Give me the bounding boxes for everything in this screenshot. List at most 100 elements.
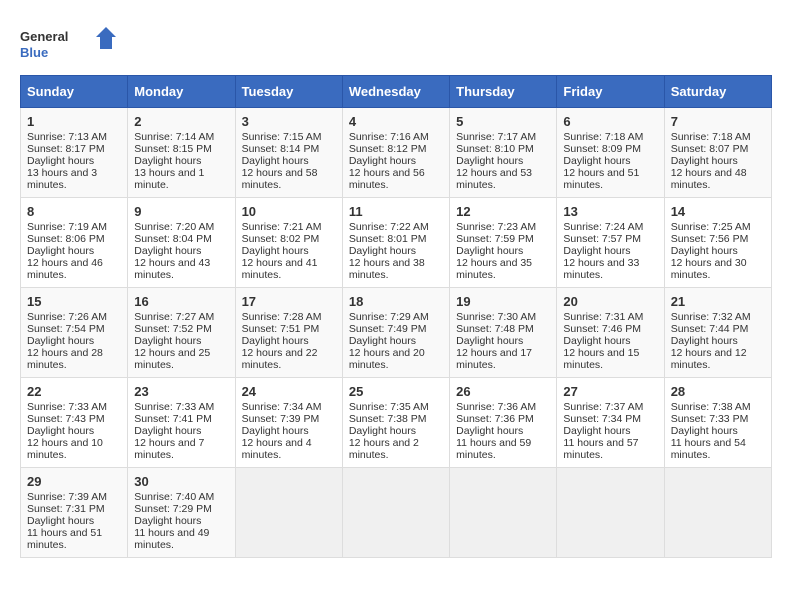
day-number: 16 [134,294,228,309]
sunrise-label: Sunrise: 7:23 AM [456,221,536,233]
daylight-value: 13 hours and 3 minutes. [27,167,97,191]
daylight-label: Daylight hours [242,335,309,347]
day-number: 13 [563,204,657,219]
daylight-label: Daylight hours [27,515,94,527]
calendar-cell [342,468,449,558]
calendar-cell: 3 Sunrise: 7:15 AMSunset: 8:14 PMDaylight… [235,108,342,198]
sunrise-label: Sunrise: 7:32 AM [671,311,751,323]
sunset-label: Sunset: 7:48 PM [456,323,534,335]
calendar-cell [557,468,664,558]
week-row-5: 29Sunrise: 7:39 AMSunset: 7:31 PMDayligh… [21,468,772,558]
sunrise-label: Sunrise: 7:33 AM [134,401,214,413]
weekday-header-wednesday: Wednesday [342,76,449,108]
calendar-cell: 4Sunrise: 7:16 AMSunset: 8:12 PMDaylight… [342,108,449,198]
sunrise-label: Sunrise: 7:19 AM [27,221,107,233]
sunset-label: Sunset: 7:36 PM [456,413,534,425]
daylight-value: 12 hours and 28 minutes. [27,347,103,371]
daylight-label: Daylight hours [671,155,738,167]
calendar-cell: 13Sunrise: 7:24 AMSunset: 7:57 PMDayligh… [557,198,664,288]
sunrise-label: Sunrise: 7:26 AM [27,311,107,323]
daylight-value: 12 hours and 17 minutes. [456,347,532,371]
day-number: 3 [242,114,336,129]
sunrise-label: Sunrise: 7:15 AM [242,131,322,143]
calendar-cell: 26Sunrise: 7:36 AMSunset: 7:36 PMDayligh… [450,378,557,468]
daylight-label: Daylight hours [671,425,738,437]
day-number: 7 [671,114,765,129]
sunset-label: Sunset: 8:01 PM [349,233,427,245]
logo-svg: General Blue [20,25,120,65]
sunset-label: Sunset: 7:49 PM [349,323,427,335]
sunset-label: Sunset: 7:34 PM [563,413,641,425]
daylight-label: Daylight hours [349,335,416,347]
sunset-label: Sunset: 8:14 PM [242,143,320,155]
daylight-value: 12 hours and 38 minutes. [349,257,425,281]
sunset-label: Sunset: 7:43 PM [27,413,105,425]
sunset-label: Sunset: 7:39 PM [242,413,320,425]
day-number: 21 [671,294,765,309]
sunrise-label: Sunrise: 7:27 AM [134,311,214,323]
day-number: 1 [27,114,121,129]
daylight-label: Daylight hours [563,155,630,167]
calendar-cell: 23Sunrise: 7:33 AMSunset: 7:41 PMDayligh… [128,378,235,468]
daylight-value: 13 hours and 1 minute. [134,167,204,191]
daylight-label: Daylight hours [134,515,201,527]
sunset-label: Sunset: 7:59 PM [456,233,534,245]
daylight-label: Daylight hours [242,425,309,437]
sunrise-label: Sunrise: 7:37 AM [563,401,643,413]
calendar-cell: 24Sunrise: 7:34 AMSunset: 7:39 PMDayligh… [235,378,342,468]
sunset-label: Sunset: 7:51 PM [242,323,320,335]
weekday-header-friday: Friday [557,76,664,108]
week-row-1: 1Sunrise: 7:13 AMSunset: 8:17 PMDaylight… [21,108,772,198]
sunrise-label: Sunrise: 7:31 AM [563,311,643,323]
week-row-3: 15Sunrise: 7:26 AMSunset: 7:54 PMDayligh… [21,288,772,378]
daylight-value: 11 hours and 49 minutes. [134,527,209,551]
daylight-value: 12 hours and 46 minutes. [27,257,103,281]
day-number: 27 [563,384,657,399]
daylight-label: Daylight hours [134,425,201,437]
header: General Blue [20,20,772,65]
day-number: 22 [27,384,121,399]
daylight-value: 12 hours and 58 minutes. [242,167,318,191]
daylight-label: Daylight hours [27,335,94,347]
day-number: 19 [456,294,550,309]
daylight-value: 12 hours and 41 minutes. [242,257,318,281]
calendar-cell: 10Sunrise: 7:21 AMSunset: 8:02 PMDayligh… [235,198,342,288]
calendar-cell: 20Sunrise: 7:31 AMSunset: 7:46 PMDayligh… [557,288,664,378]
calendar-cell: 5Sunrise: 7:17 AMSunset: 8:10 PMDaylight… [450,108,557,198]
week-row-2: 8Sunrise: 7:19 AMSunset: 8:06 PMDaylight… [21,198,772,288]
daylight-label: Daylight hours [456,425,523,437]
calendar-cell: 22Sunrise: 7:33 AMSunset: 7:43 PMDayligh… [21,378,128,468]
calendar-cell: 16Sunrise: 7:27 AMSunset: 7:52 PMDayligh… [128,288,235,378]
day-number: 17 [242,294,336,309]
sunset-label: Sunset: 7:33 PM [671,413,749,425]
calendar-cell: 28Sunrise: 7:38 AMSunset: 7:33 PMDayligh… [664,378,771,468]
sunrise-label: Sunrise: 7:29 AM [349,311,429,323]
daylight-value: 12 hours and 33 minutes. [563,257,639,281]
calendar-cell [235,468,342,558]
weekday-header-thursday: Thursday [450,76,557,108]
sunrise-label: Sunrise: 7:39 AM [27,491,107,503]
sunrise-label: Sunrise: 7:17 AM [456,131,536,143]
sunset-label: Sunset: 8:10 PM [456,143,534,155]
day-number: 23 [134,384,228,399]
daylight-value: 11 hours and 54 minutes. [671,437,746,461]
daylight-label: Daylight hours [242,155,309,167]
daylight-value: 12 hours and 12 minutes. [671,347,747,371]
sunset-label: Sunset: 7:46 PM [563,323,641,335]
daylight-label: Daylight hours [349,425,416,437]
day-number: 15 [27,294,121,309]
calendar-cell: 7Sunrise: 7:18 AMSunset: 8:07 PMDaylight… [664,108,771,198]
day-number: 29 [27,474,121,489]
sunrise-label: Sunrise: 7:30 AM [456,311,536,323]
daylight-value: 12 hours and 56 minutes. [349,167,425,191]
day-number: 18 [349,294,443,309]
week-row-4: 22 Sunrise: 7:33 AM Sunset: 7:43 PM Dayligh… [21,378,772,468]
daylight-value: 12 hours and 4 minutes. [242,437,312,461]
calendar-cell: 17Sunrise: 7:28 AMSunset: 7:51 PMDayligh… [235,288,342,378]
calendar-cell: 2Sunrise: 7:14 AMSunset: 8:15 PMDaylight… [128,108,235,198]
daylight-label: Daylight hours [242,245,309,257]
daylight-label: Daylight hours [27,155,94,167]
calendar-cell [450,468,557,558]
logo: General Blue [20,25,120,65]
daylight-value: 12 hours and 10 minutes. [27,437,103,461]
